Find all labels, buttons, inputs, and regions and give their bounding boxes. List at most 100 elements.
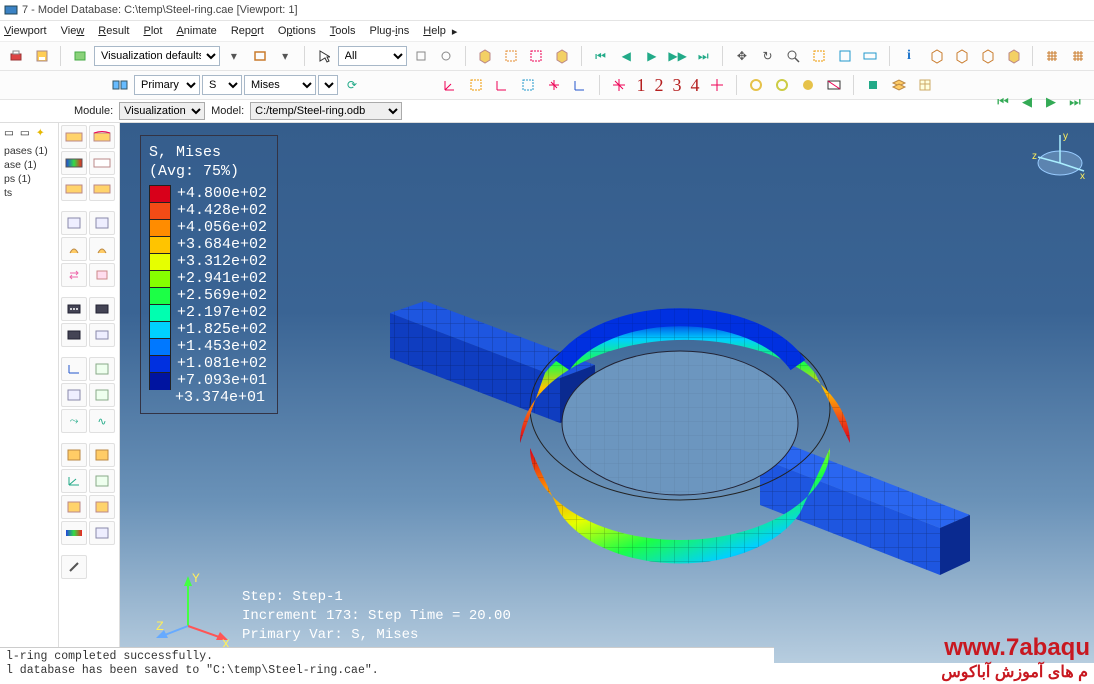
play-icon[interactable]: ▶ [640,44,664,68]
pb-next-icon[interactable]: ▶ [1042,94,1060,110]
print-icon[interactable] [4,44,28,68]
tool-xy-2-icon[interactable] [89,357,115,381]
tool-common-opts-icon[interactable] [61,211,87,235]
last-frame-icon[interactable]: ⏭ [691,44,715,68]
view-mode-combo[interactable]: Visualization defaults [94,46,220,66]
persp-2-icon[interactable] [950,44,974,68]
persp-4-icon[interactable] [1002,44,1026,68]
circle3-icon[interactable] [796,73,820,97]
save-icon[interactable] [30,44,54,68]
refresh-icon[interactable]: ⟳ [340,73,364,97]
next-frame-icon[interactable]: ▶▶ [666,44,690,68]
tool-animate-time-icon[interactable] [89,297,115,321]
menu-tools[interactable]: Tools [330,25,356,37]
datum2-icon[interactable] [705,73,729,97]
menu-options[interactable]: Options [278,25,316,37]
datum-icon[interactable] [607,73,631,97]
tree-item[interactable]: ase (1) [4,159,54,171]
tool-field-2-icon[interactable] [89,443,115,467]
zoom-icon[interactable] [781,44,805,68]
sel-icon-1[interactable] [409,44,433,68]
message-area[interactable]: l-ring completed successfully. l databas… [0,647,774,684]
view-1-button[interactable]: 1 [633,75,649,96]
render-mode-icon[interactable] [68,44,92,68]
tool-xy-3-icon[interactable] [61,383,87,407]
pan-icon[interactable]: ✥ [730,44,754,68]
circle1-icon[interactable] [744,73,768,97]
tool-swap-icon[interactable] [61,263,87,287]
tool-xy-1-icon[interactable] [61,357,87,381]
prev-frame-icon[interactable]: ◀ [614,44,638,68]
tool-contour-icon[interactable] [61,151,87,175]
tool-odb-1-icon[interactable] [61,237,87,261]
info-icon[interactable]: i [897,44,921,68]
grid1-icon[interactable] [1040,44,1064,68]
zoom-window-icon[interactable] [807,44,831,68]
menu-result[interactable]: Result [98,25,129,37]
csys-3-icon[interactable] [490,73,514,97]
persp-box-icon[interactable] [822,73,846,97]
tool-superimpose-icon[interactable] [89,211,115,235]
cube-icon-1[interactable] [473,44,497,68]
selection-combo[interactable]: All [338,46,407,66]
menu-animate[interactable]: Animate [176,25,216,37]
view-3-button[interactable]: 3 [669,75,685,96]
tool-cut-2-icon[interactable] [89,469,115,493]
fit-icon[interactable] [833,44,857,68]
view-4-button[interactable]: 4 [687,75,703,96]
csys-2-icon[interactable] [464,73,488,97]
viewport[interactable]: S, Mises (Avg: 75%) +4.800e+02+4.428e+02… [120,123,1094,663]
tree-tab-icon[interactable]: ▭ [4,127,14,139]
menu-plot[interactable]: Plot [143,25,162,37]
fit2-icon[interactable] [858,44,882,68]
pb-prev-icon[interactable]: ◀ [1018,94,1036,110]
tool-deformed-icon[interactable] [89,125,115,149]
model-tree[interactable]: ▭ ▭ ✦ pases (1) ase (1) ps (1) ts [0,123,59,663]
menu-help[interactable]: Help [423,25,446,37]
variable-combo[interactable]: S [202,75,242,95]
tool-animate-harm-icon[interactable] [61,323,87,347]
tool-animate-scale-icon[interactable] [61,297,87,321]
tool-free-2-icon[interactable] [89,495,115,519]
tree-bulb-icon[interactable]: ✦ [36,127,45,139]
tool-cut-1-icon[interactable] [61,469,87,493]
grid2-icon[interactable] [1066,44,1090,68]
tool-both-icon[interactable] [89,151,115,175]
tool-xy-6-icon[interactable]: ∿ [89,409,115,433]
highlight-sel-icon[interactable] [499,44,523,68]
tree-filter-icon[interactable]: ▭ [20,127,30,139]
tree-item[interactable]: ts [4,187,54,199]
tool-xy-5-icon[interactable]: ⤳ [61,409,87,433]
tool-stream-2-icon[interactable] [89,521,115,545]
model-combo[interactable]: C:/temp/Steel-ring.odb [250,102,402,120]
tool-xy-4-icon[interactable] [89,383,115,407]
invariant-combo[interactable]: Mises [244,75,316,95]
menu-plugins[interactable]: Plug-ins [369,25,409,37]
layers-icon[interactable] [887,73,911,97]
tool-field-1-icon[interactable] [61,443,87,467]
first-frame-icon[interactable]: ⏮ [589,44,613,68]
tree-item[interactable]: pases (1) [4,145,54,157]
box-icon[interactable] [248,44,272,68]
menu-viewport[interactable]: Viewport [4,25,47,37]
tool-anim-opts-icon[interactable] [89,323,115,347]
tool-swap2-icon[interactable] [89,263,115,287]
sel-icon-2[interactable] [434,44,458,68]
pb-first-icon[interactable]: ⏮ [994,94,1012,110]
arrow-icon[interactable] [312,44,336,68]
csys-6-icon[interactable] [568,73,592,97]
view-compass[interactable]: y x z [1030,129,1088,187]
rotate-icon[interactable]: ↻ [756,44,780,68]
view-2-button[interactable]: 2 [651,75,667,96]
component-combo[interactable] [318,75,338,95]
dropdown2-icon[interactable]: ▾ [273,44,297,68]
tool-probe-icon[interactable] [61,555,87,579]
color-icon[interactable] [861,73,885,97]
field-output-icon[interactable] [108,73,132,97]
tool-stream-1-icon[interactable] [61,521,87,545]
table-icon[interactable] [913,73,937,97]
persp-3-icon[interactable] [976,44,1000,68]
highlight-geom-icon[interactable] [524,44,548,68]
tool-free-1-icon[interactable] [61,495,87,519]
tree-item[interactable]: ps (1) [4,173,54,185]
